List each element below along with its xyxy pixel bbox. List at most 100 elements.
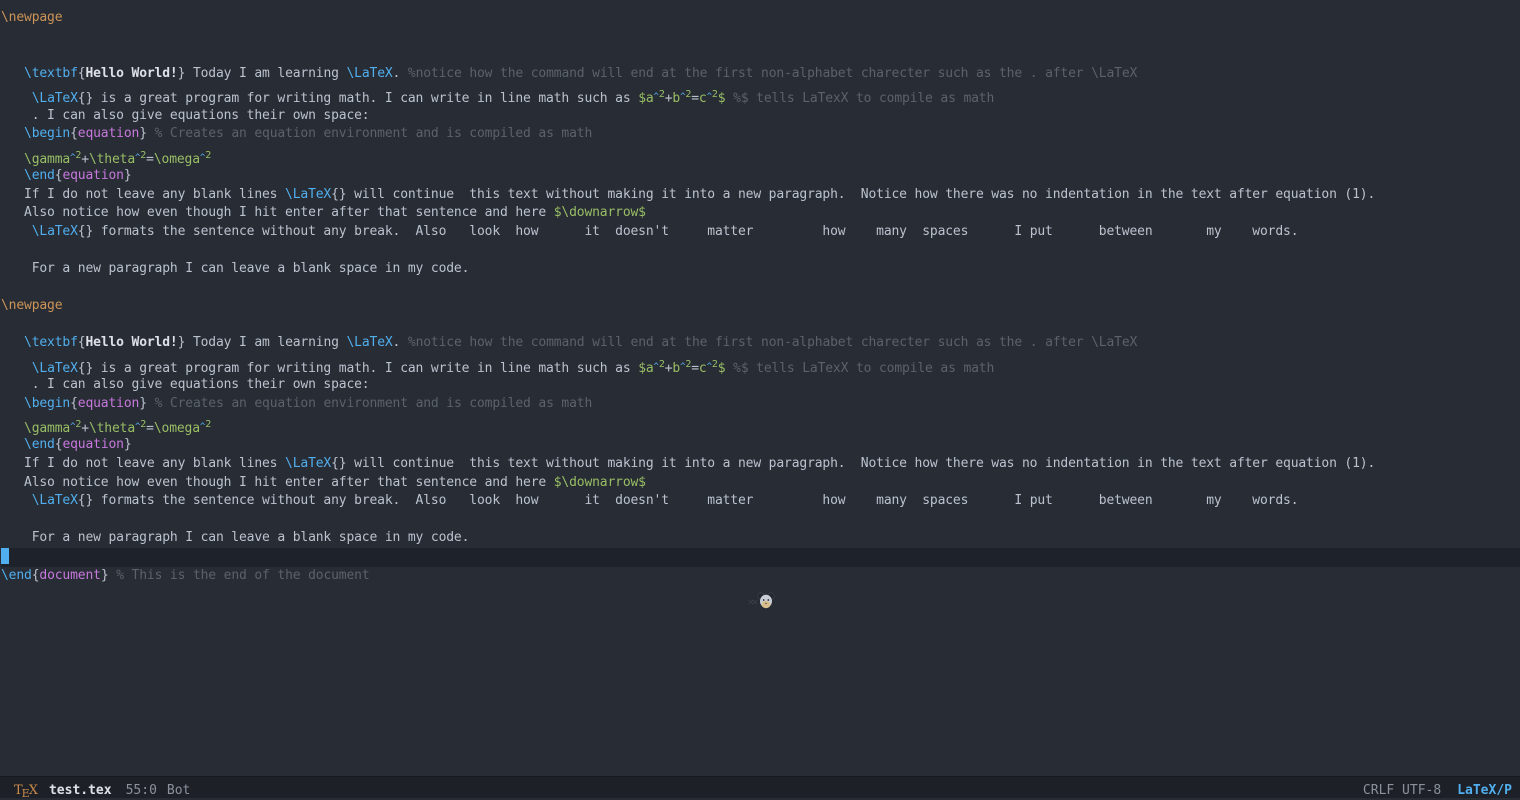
code-line[interactable]: \LaTeX{} formats the sentence without an… <box>1 492 1520 511</box>
code-token <box>1 437 24 452</box>
code-token: \theta <box>89 152 135 167</box>
code-line[interactable]: \LaTeX{} is a great program for writing … <box>1 83 1520 106</box>
code-line[interactable] <box>1 241 1520 260</box>
code-line[interactable]: \begin{equation} % Creates an equation e… <box>1 125 1520 144</box>
code-token: equation <box>78 126 139 141</box>
code-token: \omega <box>154 152 200 167</box>
code-line[interactable]: If I do not leave any blank lines \LaTeX… <box>1 455 1520 474</box>
code-token <box>1 421 24 436</box>
code-token: } <box>139 126 154 141</box>
code-token: = <box>691 361 699 376</box>
code-line[interactable]: For a new paragraph I can leave a blank … <box>1 529 1520 548</box>
code-token: Hello World! <box>85 66 177 81</box>
code-token: If I do not leave any blank lines <box>1 456 285 471</box>
code-token: \end <box>1 568 32 583</box>
code-line[interactable]: Also notice how even though I hit enter … <box>1 474 1520 493</box>
modeline-left: TEX test.tex 55:0 Bot <box>14 783 190 798</box>
code-token: { <box>70 396 78 411</box>
code-line[interactable]: . I can also give equations their own sp… <box>1 376 1520 395</box>
code-token: $\downarrow$ <box>554 475 646 490</box>
code-token: } <box>124 168 132 183</box>
code-token: 2 <box>205 150 211 161</box>
code-token: } <box>101 568 116 583</box>
code-token: \gamma <box>24 421 70 436</box>
code-line[interactable]: . I can also give equations their own sp… <box>1 107 1520 126</box>
code-token: equation <box>62 168 123 183</box>
code-line[interactable] <box>1 46 1520 65</box>
tex-mode-icon: TEX <box>14 783 37 798</box>
emacs-frame: { "theme": { "background": "#282c34", "f… <box>0 0 1520 798</box>
code-token: . I can also give equations their own sp… <box>1 377 369 392</box>
code-token: { <box>70 126 78 141</box>
code-token: %notice how the command will end at the … <box>408 66 1137 81</box>
code-token: $\downarrow$ <box>554 205 646 220</box>
code-token <box>725 91 733 106</box>
code-token: \gamma <box>24 152 70 167</box>
code-line[interactable]: If I do not leave any blank lines \LaTeX… <box>1 186 1520 205</box>
code-token <box>1 66 24 81</box>
code-token: \begin <box>24 396 70 411</box>
code-token: \LaTeX <box>32 361 78 376</box>
code-token <box>1 152 24 167</box>
code-token: } <box>139 396 154 411</box>
code-token: . <box>393 335 408 350</box>
code-token: \LaTeX <box>285 187 331 202</box>
code-token: . <box>393 66 408 81</box>
code-line[interactable]: \LaTeX{} formats the sentence without an… <box>1 223 1520 242</box>
code-token <box>1 396 24 411</box>
cursor-position[interactable]: 55:0 <box>126 783 157 798</box>
code-line[interactable] <box>1 316 1520 335</box>
code-token: \theta <box>89 421 135 436</box>
modeline[interactable]: TEX test.tex 55:0 Bot CRLF UTF-8 LaTeX/P <box>0 776 1520 798</box>
code-token: Also notice how even though I hit enter … <box>1 475 554 490</box>
code-token: document <box>39 568 100 583</box>
code-line[interactable]: \textbf{Hello World!} Today I am learnin… <box>1 65 1520 84</box>
code-line[interactable]: For a new paragraph I can leave a blank … <box>1 260 1520 279</box>
code-token <box>1 335 24 350</box>
code-line[interactable]: \newpage <box>1 297 1520 316</box>
code-token: \end <box>24 437 55 452</box>
code-token: . I can also give equations their own sp… <box>1 108 369 123</box>
code-line[interactable]: \gamma^2+\theta^2=\omega^2 <box>1 144 1520 167</box>
code-token: % This is the end of the document <box>116 568 369 583</box>
code-token: If I do not leave any blank lines <box>1 187 285 202</box>
code-token: c <box>699 361 707 376</box>
code-token: \LaTeX <box>285 456 331 471</box>
encoding-indicator[interactable]: CRLF UTF-8 <box>1363 783 1441 798</box>
code-token: \LaTeX <box>32 493 78 508</box>
code-token: } Today I am learning <box>178 335 347 350</box>
code-token: $a <box>638 91 653 106</box>
code-token: 2 <box>205 419 211 430</box>
code-line[interactable] <box>1 511 1520 530</box>
buffer-name[interactable]: test.tex <box>49 783 112 798</box>
code-token: + <box>81 421 89 436</box>
code-line[interactable]: \begin{equation} % Creates an equation e… <box>1 395 1520 414</box>
code-token: % Creates an equation environment and is… <box>155 126 593 141</box>
code-token: } Today I am learning <box>178 66 347 81</box>
code-line[interactable]: \end{document} % This is the end of the … <box>1 567 1520 586</box>
code-token: For a new paragraph I can leave a blank … <box>1 261 469 276</box>
code-line[interactable] <box>1 28 1520 47</box>
code-token: $a <box>638 361 653 376</box>
code-token: } <box>124 437 132 452</box>
code-line[interactable]: \LaTeX{} is a great program for writing … <box>1 353 1520 376</box>
code-line[interactable]: \newpage <box>1 9 1520 28</box>
code-line[interactable]: \end{equation} <box>1 167 1520 186</box>
code-token <box>1 224 32 239</box>
code-line[interactable]: \textbf{Hello World!} Today I am learnin… <box>1 334 1520 353</box>
code-line[interactable]: \end{equation} <box>1 436 1520 455</box>
mouse-face-icon <box>757 592 775 613</box>
code-line[interactable]: Also notice how even though I hit enter … <box>1 204 1520 223</box>
editor-buffer[interactable]: \newpage \textbf{Hello World!} Today I a… <box>0 0 1520 776</box>
code-token: {} formats the sentence without any brea… <box>78 493 1299 508</box>
code-token <box>1 91 32 106</box>
mouse-cursor-overlay: ✕✕ <box>748 593 775 611</box>
x-cursor-icon: ✕✕ <box>748 597 756 608</box>
major-mode-name[interactable]: LaTeX/P <box>1457 783 1512 798</box>
code-line[interactable] <box>1 548 1520 567</box>
code-token: + <box>81 152 89 167</box>
code-token <box>1 493 32 508</box>
code-line[interactable]: \gamma^2+\theta^2=\omega^2 <box>1 413 1520 436</box>
code-line[interactable] <box>1 279 1520 298</box>
code-token: {} is a great program for writing math. … <box>78 91 638 106</box>
